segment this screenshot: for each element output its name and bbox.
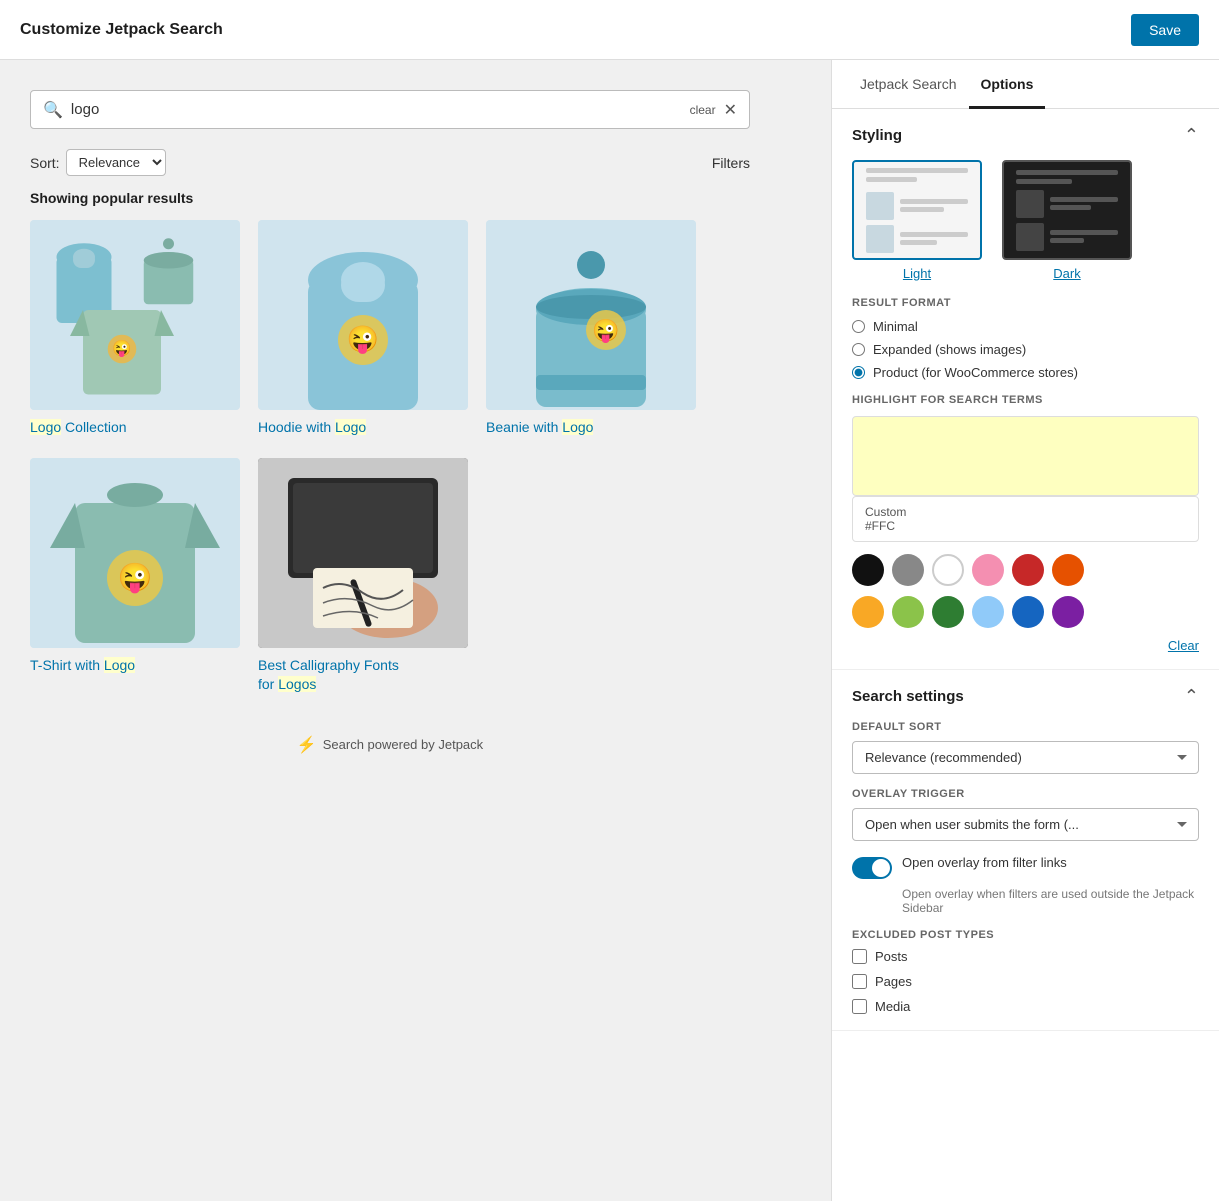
powered-by-text: Search powered by Jetpack — [323, 737, 483, 752]
theme-preview-dark — [1002, 160, 1132, 260]
swatch-purple[interactable] — [1052, 596, 1084, 628]
product-grid-row2: 😜 T-Shirt with Logo — [30, 458, 750, 695]
swatch-blue[interactable] — [1012, 596, 1044, 628]
swatch-light-green[interactable] — [892, 596, 924, 628]
product-title-3: Beanie with Logo — [486, 418, 696, 438]
styling-toggle-icon[interactable]: ⌃ — [1184, 125, 1199, 146]
product-card-5[interactable]: Best Calligraphy Fontsfor Logos — [258, 458, 468, 695]
swatch-red[interactable] — [1012, 554, 1044, 586]
default-sort-select[interactable]: Relevance (recommended) Newest Oldest — [852, 741, 1199, 774]
result-format-group: Minimal Expanded (shows images) Product … — [852, 319, 1199, 380]
product-image-1: 😜 — [30, 220, 240, 410]
search-bar: 🔍 clear ✕ — [30, 90, 750, 129]
product-title-1: Logo Collection — [30, 418, 240, 438]
styling-section-title: Styling — [852, 127, 902, 144]
highlight-title: HIGHLIGHT FOR SEARCH TERMS — [852, 394, 1199, 406]
clear-color-button[interactable]: Clear — [852, 638, 1199, 653]
preview-area: 🔍 clear ✕ Sort: Relevance Filters Showin… — [0, 60, 831, 1201]
overlay-trigger-select[interactable]: Open when user submits the form (... — [852, 808, 1199, 841]
highlight-color-box[interactable] — [852, 416, 1199, 496]
top-bar: Customize Jetpack Search Save — [0, 0, 1219, 60]
swatch-green[interactable] — [932, 596, 964, 628]
svg-text:😜: 😜 — [347, 324, 379, 355]
result-format-title: RESULT FORMAT — [852, 297, 1199, 309]
product-title-5: Best Calligraphy Fontsfor Logos — [258, 656, 468, 695]
checkbox-posts[interactable]: Posts — [852, 949, 1199, 964]
theme-label-light[interactable]: Light — [903, 266, 931, 281]
search-settings-header: Search settings ⌃ — [852, 686, 1199, 707]
overlay-trigger-label: OVERLAY TRIGGER — [852, 788, 1199, 800]
product-grid-row1: 😜 Logo Collection — [30, 220, 750, 438]
product-title-2: Hoodie with Logo — [258, 418, 468, 438]
swatch-light-blue[interactable] — [972, 596, 1004, 628]
popular-results-label: Showing popular results — [30, 190, 750, 206]
tab-jetpack-search[interactable]: Jetpack Search — [848, 60, 969, 109]
theme-options: Light — [852, 160, 1199, 281]
save-button[interactable]: Save — [1131, 14, 1199, 46]
search-input[interactable] — [63, 99, 690, 120]
swatch-gray[interactable] — [892, 554, 924, 586]
product-card-3[interactable]: 😜 Beanie with Logo — [486, 220, 696, 438]
svg-text:😜: 😜 — [112, 340, 131, 358]
theme-card-dark[interactable]: Dark — [1002, 160, 1132, 281]
sort-filter-row: Sort: Relevance Filters — [30, 149, 750, 176]
highlight-info: Custom #FFC — [852, 496, 1199, 542]
theme-card-light[interactable]: Light — [852, 160, 982, 281]
checkbox-media[interactable]: Media — [852, 999, 1199, 1014]
search-icon: 🔍 — [43, 100, 63, 120]
radio-minimal[interactable]: Minimal — [852, 319, 1199, 334]
color-swatches-row2 — [852, 596, 1199, 628]
checkbox-pages[interactable]: Pages — [852, 974, 1199, 989]
styling-section-header: Styling ⌃ — [852, 125, 1199, 146]
filter-links-desc: Open overlay when filters are used outsi… — [902, 887, 1199, 915]
product-title-4: T-Shirt with Logo — [30, 656, 240, 676]
jetpack-icon: ⚡ — [297, 735, 317, 755]
swatch-yellow[interactable] — [852, 596, 884, 628]
radio-expanded[interactable]: Expanded (shows images) — [852, 342, 1199, 357]
search-settings-section: Search settings ⌃ DEFAULT SORT Relevance… — [832, 670, 1219, 1031]
sort-container: Sort: Relevance — [30, 149, 166, 176]
powered-by: ⚡ Search powered by Jetpack — [30, 735, 750, 755]
svg-text:😜: 😜 — [118, 562, 153, 594]
filter-links-toggle[interactable] — [852, 857, 892, 879]
right-panel: Jetpack Search Options Styling ⌃ — [831, 60, 1219, 1201]
theme-label-dark[interactable]: Dark — [1053, 266, 1080, 281]
product-card-4[interactable]: 😜 T-Shirt with Logo — [30, 458, 240, 695]
page-title: Customize Jetpack Search — [20, 21, 223, 39]
highlight-label: Custom — [865, 505, 1186, 519]
search-settings-toggle-icon[interactable]: ⌃ — [1184, 686, 1199, 707]
close-search-button[interactable]: ✕ — [724, 100, 737, 120]
filters-button[interactable]: Filters — [712, 155, 750, 171]
default-sort-label: DEFAULT SORT — [852, 721, 1199, 733]
swatch-black[interactable] — [852, 554, 884, 586]
theme-preview-light — [852, 160, 982, 260]
color-swatches — [852, 554, 1199, 586]
swatch-orange[interactable] — [1052, 554, 1084, 586]
main-layout: 🔍 clear ✕ Sort: Relevance Filters Showin… — [0, 60, 1219, 1201]
panel-tabs: Jetpack Search Options — [832, 60, 1219, 109]
product-card-2[interactable]: 😜 Hoodie with Logo — [258, 220, 468, 438]
styling-section: Styling ⌃ — [832, 109, 1219, 670]
product-image-2: 😜 — [258, 220, 468, 410]
filter-links-label: Open overlay from filter links — [902, 855, 1067, 870]
swatch-white[interactable] — [932, 554, 964, 586]
post-types-group: Posts Pages Media — [852, 949, 1199, 1014]
product-image-4: 😜 — [30, 458, 240, 648]
tab-options[interactable]: Options — [969, 60, 1046, 109]
sort-select[interactable]: Relevance — [66, 149, 166, 176]
product-image-3: 😜 — [486, 220, 696, 410]
clear-search-button[interactable]: clear — [690, 103, 716, 117]
sort-label: Sort: — [30, 155, 60, 171]
swatch-pink[interactable] — [972, 554, 1004, 586]
svg-text:😜: 😜 — [592, 318, 619, 344]
excluded-post-types-label: Excluded post types — [852, 929, 1199, 941]
search-settings-title: Search settings — [852, 688, 964, 705]
product-card-1[interactable]: 😜 Logo Collection — [30, 220, 240, 438]
product-image-5 — [258, 458, 468, 648]
radio-product[interactable]: Product (for WooCommerce stores) — [852, 365, 1199, 380]
filter-links-toggle-row: Open overlay from filter links — [852, 855, 1199, 879]
highlight-hex: #FFC — [865, 519, 1186, 533]
